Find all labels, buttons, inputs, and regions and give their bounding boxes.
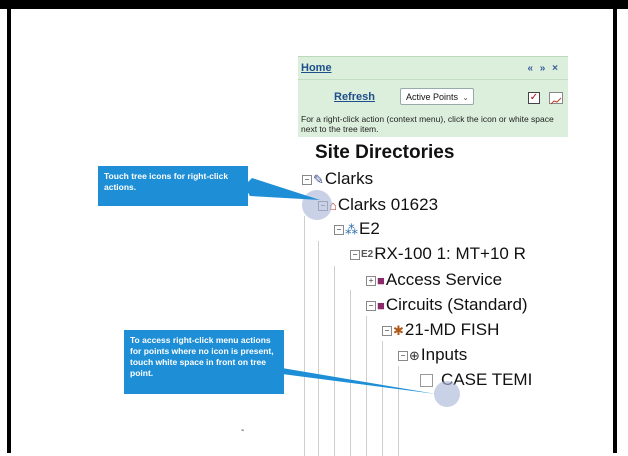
- collapse-icon[interactable]: −: [366, 300, 376, 311]
- home-link[interactable]: Home: [301, 62, 332, 74]
- points-filter-value: Active Points: [406, 92, 459, 102]
- site-group-icon[interactable]: ✎: [313, 169, 324, 191]
- tree-guide-line: [304, 216, 305, 456]
- inputs-icon[interactable]: ⊕: [409, 345, 420, 367]
- header-divider: [298, 79, 568, 80]
- tree-item-label: 21-MD FISH: [404, 320, 500, 339]
- circuit-icon[interactable]: ✱: [393, 320, 404, 342]
- checkbox-icon[interactable]: ✓: [528, 92, 540, 104]
- point-box-icon[interactable]: [420, 374, 433, 388]
- tree-guide-line: [334, 266, 335, 456]
- collapse-icon[interactable]: −: [382, 325, 392, 336]
- chart-icon[interactable]: [549, 92, 563, 105]
- folder-icon[interactable]: ■: [377, 270, 385, 292]
- footer-mark: -: [241, 425, 245, 436]
- collapse-icon[interactable]: −: [350, 249, 360, 260]
- tree-item-rx-100[interactable]: − E2RX-100 1: MT+10 R: [350, 243, 526, 265]
- help-text: For a right-click action (context menu),…: [301, 114, 554, 134]
- tree-guide-line: [318, 241, 319, 456]
- tree-item-clarks-01623[interactable]: −⌂Clarks 01623: [318, 194, 438, 216]
- touch-indicator: [434, 381, 460, 407]
- e2-controller-icon[interactable]: E2: [361, 244, 373, 266]
- tree-item-label: RX-100 1: MT+10 R: [374, 244, 526, 263]
- folder-icon[interactable]: ■: [377, 295, 385, 317]
- tree-item-label: Clarks 01623: [337, 195, 439, 214]
- tree-item-label: Circuits (Standard): [385, 295, 528, 314]
- tree-item-circuits-standard[interactable]: − ■Circuits (Standard): [366, 294, 528, 316]
- tree-item-inputs[interactable]: − ⊕Inputs: [398, 344, 467, 366]
- tree-item-e2[interactable]: − ⁂E2: [334, 218, 380, 240]
- tree-item-clarks[interactable]: − ✎Clarks: [302, 168, 373, 190]
- panel-header: Home « » × Refresh Active Points ⌄ ✓ For…: [298, 56, 568, 137]
- refresh-link[interactable]: Refresh: [334, 91, 375, 103]
- collapse-icon[interactable]: −: [334, 224, 344, 235]
- tree-guide-line: [398, 366, 399, 456]
- tree-item-access-service[interactable]: + ■Access Service: [366, 269, 502, 291]
- tree-guide-line: [366, 316, 367, 456]
- site-directories-panel: Home « » × Refresh Active Points ⌄ ✓ For…: [298, 56, 568, 456]
- tree-item-label: E2: [359, 219, 380, 238]
- panel-nav-icons[interactable]: « » ×: [527, 63, 560, 74]
- collapse-icon[interactable]: −: [302, 174, 312, 185]
- tree-item-label: Access Service: [385, 270, 503, 289]
- tree-item-21-md-fish[interactable]: − ✱21-MD FISH: [382, 319, 499, 341]
- touch-indicator: [302, 190, 332, 220]
- slide-border-left: [7, 0, 11, 453]
- chevron-down-icon: ⌄: [462, 93, 469, 102]
- expand-icon[interactable]: +: [366, 275, 376, 286]
- tree-guide-line: [382, 341, 383, 456]
- tree-title: Site Directories: [315, 142, 455, 163]
- callout-top: Touch tree icons for right-click actions…: [98, 166, 248, 206]
- network-icon[interactable]: ⁂: [345, 219, 358, 241]
- callout-bottom: To access right-click menu actions for p…: [124, 330, 284, 394]
- slide-border-right: [613, 0, 617, 453]
- collapse-icon[interactable]: −: [398, 350, 408, 361]
- slide-border-top: [0, 0, 628, 9]
- tree-item-label: Inputs: [420, 345, 468, 364]
- tree-guide-line: [350, 290, 351, 456]
- tree-item-label: Clarks: [324, 169, 374, 188]
- points-filter-select[interactable]: Active Points ⌄: [400, 88, 474, 105]
